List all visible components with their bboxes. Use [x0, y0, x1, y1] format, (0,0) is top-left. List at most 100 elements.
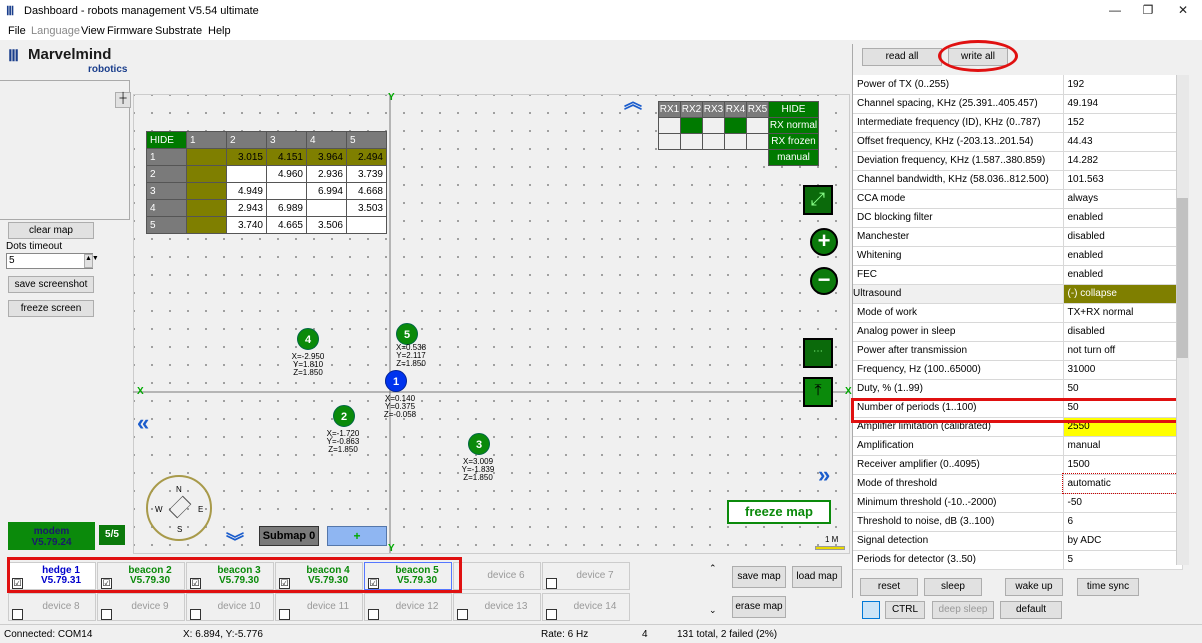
dist-hide[interactable]: HIDE — [146, 131, 187, 149]
props-scrollbar-thumb[interactable] — [1177, 198, 1188, 358]
reset-button[interactable]: reset — [860, 578, 918, 596]
title-bar: Ⅲ Dashboard - robots management V5.54 ul… — [0, 0, 1202, 22]
logo-mark-icon: Ⅲ — [8, 48, 20, 65]
sleep-button[interactable]: sleep — [924, 578, 982, 596]
device-7[interactable]: device 7 — [542, 562, 630, 590]
scroll-right-icon[interactable]: » — [818, 462, 830, 488]
minimize-button[interactable]: — — [1100, 3, 1130, 19]
rx-hide[interactable]: HIDE — [768, 101, 819, 118]
table-row: Duty, % (1..99) 50 — [853, 379, 1183, 399]
table-row: CCA mode always — [853, 189, 1183, 209]
table-row: Power after transmission not turn off — [853, 341, 1183, 361]
device-9[interactable]: device 9 — [97, 593, 185, 621]
spinner-icon[interactable]: ▲▼ — [84, 254, 99, 268]
scroll-down-icon[interactable]: ︾ — [226, 528, 244, 554]
table-row: Mode of threshold automatic — [853, 473, 1184, 494]
device-8[interactable]: device 8 — [8, 593, 96, 621]
table-row: Frequency, Hz (100..65000) 31000 — [853, 360, 1183, 380]
ctrl-button[interactable]: CTRL — [885, 601, 925, 619]
beacon-3-coords: X=3.009 Y=-1.839 Z=1.850 — [461, 457, 495, 482]
save-screenshot-button[interactable]: save screenshot — [8, 276, 94, 293]
periods-highlight — [851, 398, 1183, 423]
freeze-screen-button[interactable]: freeze screen — [8, 300, 94, 317]
status-total: 131 total, 2 failed (2%) — [677, 629, 778, 640]
menu-view[interactable]: View — [81, 25, 105, 37]
y-axis-label-top: Y — [388, 92, 395, 103]
manual-button[interactable]: manual — [768, 149, 819, 166]
beacon-2-node[interactable]: 2 — [333, 405, 355, 427]
table-row: Whitening enabled — [853, 246, 1183, 266]
properties-table: Power of TX (0..255) 192 Channel spacing,… — [853, 75, 1184, 570]
table-row: Ultrasound (-) collapse — [853, 284, 1183, 304]
freeze-map-button[interactable]: freeze map — [727, 500, 831, 524]
distance-table: HIDE 1 2 3 4 5 1 3.015 4.151 3.964 2.494 2 4.… — [146, 131, 387, 234]
time-sync-button[interactable]: time sync — [1077, 578, 1139, 596]
x-axis-label-right: X — [845, 386, 852, 397]
scroll-left-icon[interactable]: « — [137, 410, 149, 436]
window-title: Dashboard - robots management V5.54 ulti… — [24, 5, 259, 17]
menu-file[interactable]: File — [8, 25, 26, 37]
device-13[interactable]: device 13 — [453, 593, 541, 621]
beacon-5-node[interactable]: 5 — [396, 323, 418, 345]
device-14[interactable]: device 14 — [542, 593, 630, 621]
default-button[interactable]: default — [1000, 601, 1062, 619]
status-num: 4 — [642, 629, 648, 640]
menu-language[interactable]: Language — [31, 25, 80, 37]
x-axis-label-left: X — [137, 386, 144, 397]
left-panel-box — [0, 80, 130, 220]
devices-scroll-down-icon[interactable]: ⌄ — [709, 605, 717, 616]
close-button[interactable]: ✕ — [1168, 3, 1198, 19]
table-row: Periods for detector (3..50) 5 — [853, 550, 1183, 570]
scale-label: 1 M — [825, 535, 839, 544]
devices-highlight — [7, 557, 462, 593]
table-row: FEC enabled — [853, 265, 1183, 285]
scale-bar — [815, 546, 845, 550]
beacon-3-node[interactable]: 3 — [468, 433, 490, 455]
y-axis-label-bottom: Y — [388, 543, 395, 554]
load-map-button[interactable]: load map — [792, 566, 842, 588]
submap-selector[interactable]: Submap 0 — [259, 526, 319, 546]
restore-button[interactable]: ❐ — [1133, 3, 1163, 19]
modem-button[interactable]: modem V5.79.24 — [8, 522, 95, 550]
table-row: Analog power in sleep disabled — [853, 322, 1183, 342]
table-row: 2 4.960 2.936 3.739 — [146, 165, 387, 183]
erase-map-button[interactable]: erase map — [732, 596, 786, 618]
table-row: Offset frequency, KHz (-203.13..201.54) 4… — [853, 132, 1183, 152]
add-submap-button[interactable]: + — [327, 526, 387, 546]
table-row: Mode of work TX+RX normal — [853, 303, 1183, 323]
save-map-button[interactable]: save map — [732, 566, 786, 588]
axes-toggle-icon[interactable]: ┼ — [115, 92, 131, 108]
hedge-1-node[interactable]: 1 — [385, 370, 407, 392]
clear-map-button[interactable]: clear map — [8, 222, 94, 239]
read-all-button[interactable]: read all — [862, 48, 942, 66]
zoom-in-icon[interactable]: + — [810, 228, 838, 256]
menu-firmware[interactable]: Firmware — [107, 25, 153, 37]
devices-scroll-up-icon[interactable]: ⌃ — [709, 563, 717, 574]
status-connected: Connected: COM14 — [4, 629, 93, 640]
beacon-2-coords: X=-1.720 Y=-0.863 Z=1.850 — [326, 429, 360, 454]
deep-sleep-button[interactable]: deep sleep — [932, 601, 994, 619]
fullscreen-icon[interactable]: ⤢ — [803, 185, 833, 215]
device-11[interactable]: device 11 — [275, 593, 363, 621]
beacon-4-node[interactable]: 4 — [297, 328, 319, 350]
app-icon: Ⅲ — [6, 4, 15, 18]
upload-icon[interactable]: ⤒ — [803, 377, 833, 407]
status-cursor: X: 6.894, Y:-5.776 — [183, 629, 263, 640]
device-6[interactable]: device 6 — [453, 562, 541, 590]
table-row: Minimum threshold (-10..-2000) -50 — [853, 493, 1183, 513]
table-row: Threshold to noise, dB (3..100) 6 — [853, 512, 1183, 532]
device-12[interactable]: device 12 — [364, 593, 452, 621]
menu-substrate[interactable]: Substrate — [155, 25, 202, 37]
device-10[interactable]: device 10 — [186, 593, 274, 621]
menu-help[interactable]: Help — [208, 25, 231, 37]
scroll-up-icon[interactable]: ︽ — [624, 93, 642, 111]
table-row: DC blocking filter enabled — [853, 208, 1183, 228]
zoom-out-icon[interactable]: − — [810, 267, 838, 295]
table-row: Signal detection by ADC — [853, 531, 1183, 551]
device-count-badge: 5/5 — [99, 525, 125, 545]
ctrl-indicator[interactable] — [862, 601, 880, 619]
beacon-4-coords: X=-2.950 Y=1.810 Z=1.850 — [291, 352, 325, 377]
dots-timeout-input[interactable]: 5 — [6, 253, 93, 269]
trail-icon[interactable]: ⋯ — [803, 338, 833, 368]
wake-up-button[interactable]: wake up — [1005, 578, 1063, 596]
